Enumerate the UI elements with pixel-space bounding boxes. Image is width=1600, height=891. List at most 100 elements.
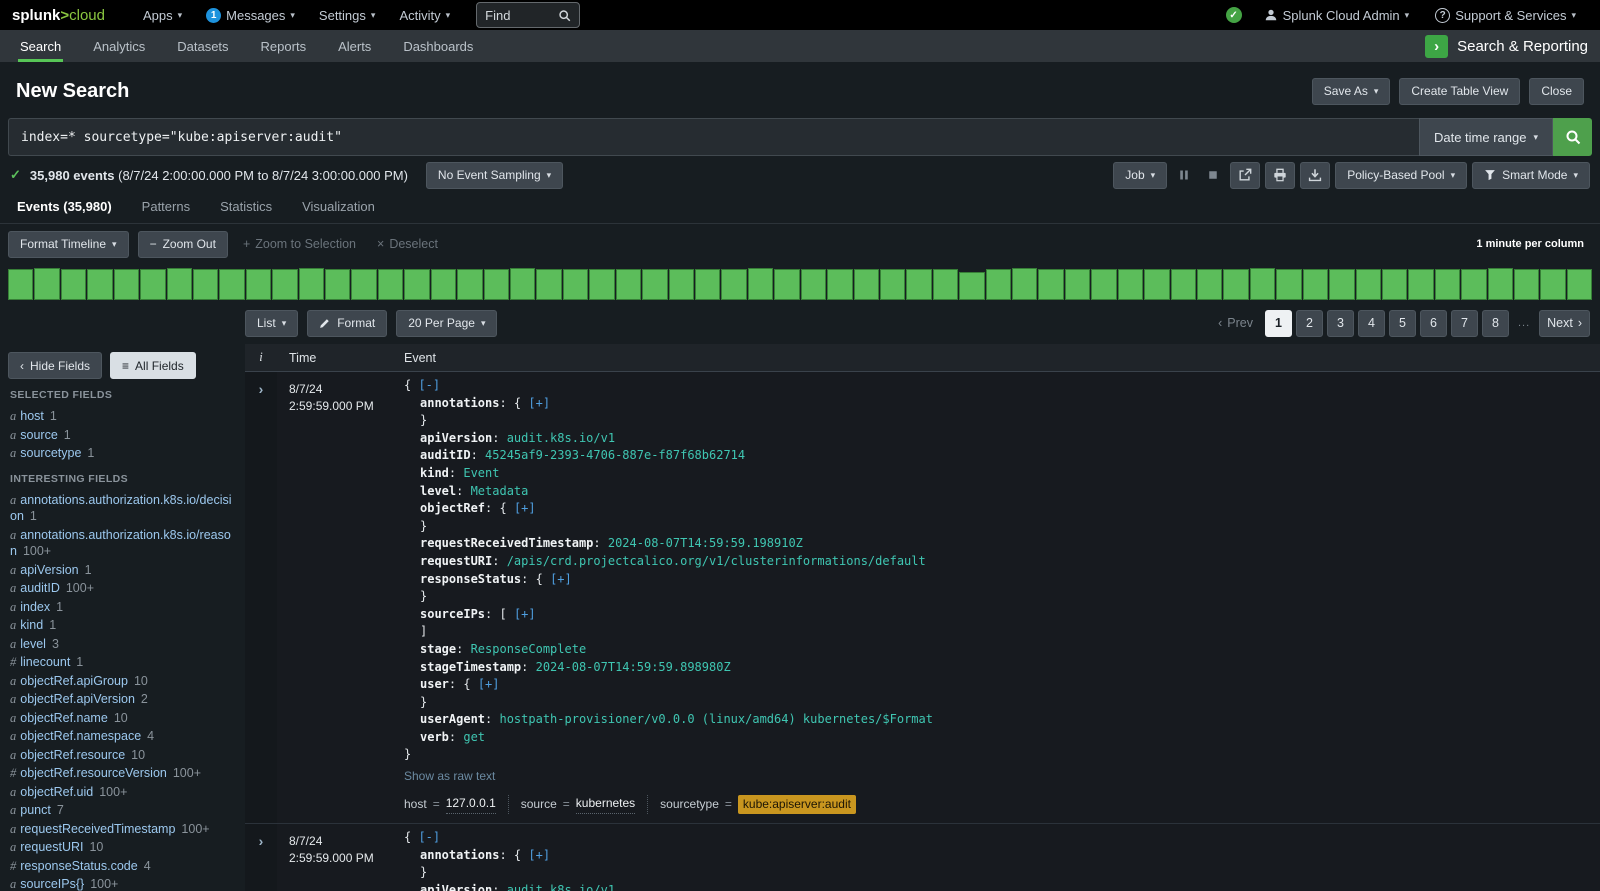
share-button[interactable] — [1230, 162, 1260, 189]
pagination-next[interactable]: Next› — [1539, 310, 1590, 337]
timeline-bar[interactable] — [140, 269, 165, 300]
timeline-bar[interactable] — [1356, 269, 1381, 300]
pause-button[interactable] — [1172, 163, 1196, 187]
nav-alerts[interactable]: Alerts — [322, 30, 387, 62]
timeline-bar[interactable] — [1038, 269, 1063, 300]
field-item-index[interactable]: aindex1 — [8, 598, 239, 617]
pagination-prev[interactable]: ‹Prev — [1218, 316, 1253, 330]
timeline-bar[interactable] — [616, 269, 641, 300]
timeline-bar[interactable] — [1091, 269, 1116, 300]
timeline-bar[interactable] — [193, 269, 218, 300]
format-timeline-button[interactable]: Format Timeline▾ — [8, 231, 129, 258]
tab-statistics[interactable]: Statistics — [220, 199, 272, 223]
page-button-5[interactable]: 5 — [1389, 310, 1416, 337]
timeline-bar[interactable] — [484, 269, 509, 300]
timeline-bar[interactable] — [8, 269, 33, 300]
timeline-bar[interactable] — [1250, 268, 1275, 300]
all-fields-button[interactable]: ≡All Fields — [110, 352, 196, 379]
timeline-bar[interactable] — [510, 268, 535, 300]
timeline-bar[interactable] — [1197, 269, 1222, 300]
field-item-objectRef.resource[interactable]: aobjectRef.resource10 — [8, 746, 239, 765]
timeline-bar[interactable] — [1118, 269, 1143, 300]
find-input[interactable]: Find — [476, 2, 580, 28]
event-sampling-button[interactable]: No Event Sampling▾ — [426, 162, 563, 189]
timeline-bar[interactable] — [959, 272, 984, 300]
expand-event-icon[interactable]: › — [259, 381, 264, 397]
stop-button[interactable] — [1201, 163, 1225, 187]
timeline-bar[interactable] — [1514, 269, 1539, 300]
timeline-bar[interactable] — [721, 269, 746, 300]
timeline-bar[interactable] — [748, 268, 773, 300]
field-item-objectRef.apiVersion[interactable]: aobjectRef.apiVersion2 — [8, 690, 239, 709]
timeline-bar[interactable] — [906, 269, 931, 300]
field-item-objectRef.apiGroup[interactable]: aobjectRef.apiGroup10 — [8, 672, 239, 691]
field-item-annotations.authorization.k8s.io/reason[interactable]: aannotations.authorization.k8s.io/reason… — [8, 526, 239, 561]
event-timestamp[interactable]: 8/7/242:59:59.000 PM — [277, 824, 392, 891]
json-toggle-link[interactable]: [+] — [528, 396, 550, 410]
create-table-view-button[interactable]: Create Table View — [1399, 78, 1520, 105]
json-toggle-link[interactable]: [+] — [478, 677, 500, 691]
json-toggle-link[interactable]: [-] — [418, 378, 440, 392]
splunk-cloud-logo[interactable]: splunk>cloud — [12, 7, 105, 24]
timeline-bar[interactable] — [669, 269, 694, 300]
timeline-bar[interactable] — [827, 269, 852, 300]
event-field-value[interactable]: kube:apiserver:audit — [738, 795, 856, 815]
timeline-bar[interactable] — [986, 269, 1011, 300]
date-time-range-button[interactable]: Date time range ▾ — [1419, 118, 1553, 156]
field-item-sourcetype[interactable]: asourcetype1 — [8, 444, 239, 463]
timeline-bar[interactable] — [167, 268, 192, 300]
field-item-responseStatus.code[interactable]: #responseStatus.code4 — [8, 857, 239, 876]
timeline-bar[interactable] — [642, 269, 667, 300]
timeline-bar[interactable] — [219, 269, 244, 300]
search-query-input[interactable]: index=* sourcetype="kube:apiserver:audit… — [8, 118, 1419, 156]
expand-event-icon[interactable]: › — [259, 833, 264, 849]
menu-apps[interactable]: Apps ▾ — [131, 0, 194, 30]
timeline-bar[interactable] — [404, 269, 429, 300]
print-button[interactable] — [1265, 162, 1295, 189]
field-item-objectRef.uid[interactable]: aobjectRef.uid100+ — [8, 783, 239, 802]
json-toggle-link[interactable]: [+] — [514, 501, 536, 515]
timeline-bar[interactable] — [325, 269, 350, 300]
timeline-bar[interactable] — [299, 268, 324, 300]
zoom-to-selection-button[interactable]: +Zoom to Selection — [237, 237, 362, 251]
page-button-2[interactable]: 2 — [1296, 310, 1323, 337]
view-mode-button[interactable]: List▾ — [245, 310, 298, 337]
timeline-bar[interactable] — [1567, 269, 1592, 300]
cloud-health-icon[interactable]: ✓ — [1226, 7, 1242, 23]
field-item-host[interactable]: ahost1 — [8, 407, 239, 426]
timeline-bar[interactable] — [563, 269, 588, 300]
nav-reports[interactable]: Reports — [245, 30, 323, 62]
timeline-bar[interactable] — [87, 269, 112, 300]
timeline-bar[interactable] — [1012, 268, 1037, 300]
event-field-key[interactable]: host — [404, 796, 427, 814]
field-item-level[interactable]: alevel3 — [8, 635, 239, 654]
event-field-value[interactable]: kubernetes — [576, 795, 635, 814]
timeline-bar[interactable] — [1065, 269, 1090, 300]
run-search-button[interactable] — [1553, 118, 1592, 156]
field-item-requestReceivedTimestamp[interactable]: arequestReceivedTimestamp100+ — [8, 820, 239, 839]
timeline-bar[interactable] — [801, 269, 826, 300]
timeline-bar[interactable] — [272, 269, 297, 300]
tab-patterns[interactable]: Patterns — [142, 199, 190, 223]
per-page-button[interactable]: 20 Per Page▾ — [396, 310, 497, 337]
timeline-bar[interactable] — [536, 269, 561, 300]
zoom-out-button[interactable]: −Zoom Out — [138, 231, 228, 258]
page-button-7[interactable]: 7 — [1451, 310, 1478, 337]
hide-fields-button[interactable]: ‹Hide Fields — [8, 352, 102, 379]
menu-settings[interactable]: Settings ▾ — [307, 0, 388, 30]
timeline-bar[interactable] — [457, 269, 482, 300]
event-field-key[interactable]: sourcetype — [660, 796, 719, 814]
show-raw-text-link[interactable]: Show as raw text — [404, 768, 495, 786]
menu-activity[interactable]: Activity ▾ — [387, 0, 462, 30]
timeline-bar[interactable] — [61, 269, 86, 300]
timeline-bar[interactable] — [589, 269, 614, 300]
workload-pool-button[interactable]: Policy-Based Pool▾ — [1335, 162, 1467, 189]
menu-user[interactable]: Splunk Cloud Admin ▾ — [1252, 0, 1422, 30]
timeline-bar[interactable] — [114, 269, 139, 300]
event-field-key[interactable]: source — [521, 796, 557, 814]
timeline-bar[interactable] — [1303, 269, 1328, 300]
page-button-4[interactable]: 4 — [1358, 310, 1385, 337]
format-results-button[interactable]: Format — [307, 310, 387, 337]
page-button-6[interactable]: 6 — [1420, 310, 1447, 337]
menu-messages[interactable]: 1 Messages ▾ — [194, 0, 307, 30]
